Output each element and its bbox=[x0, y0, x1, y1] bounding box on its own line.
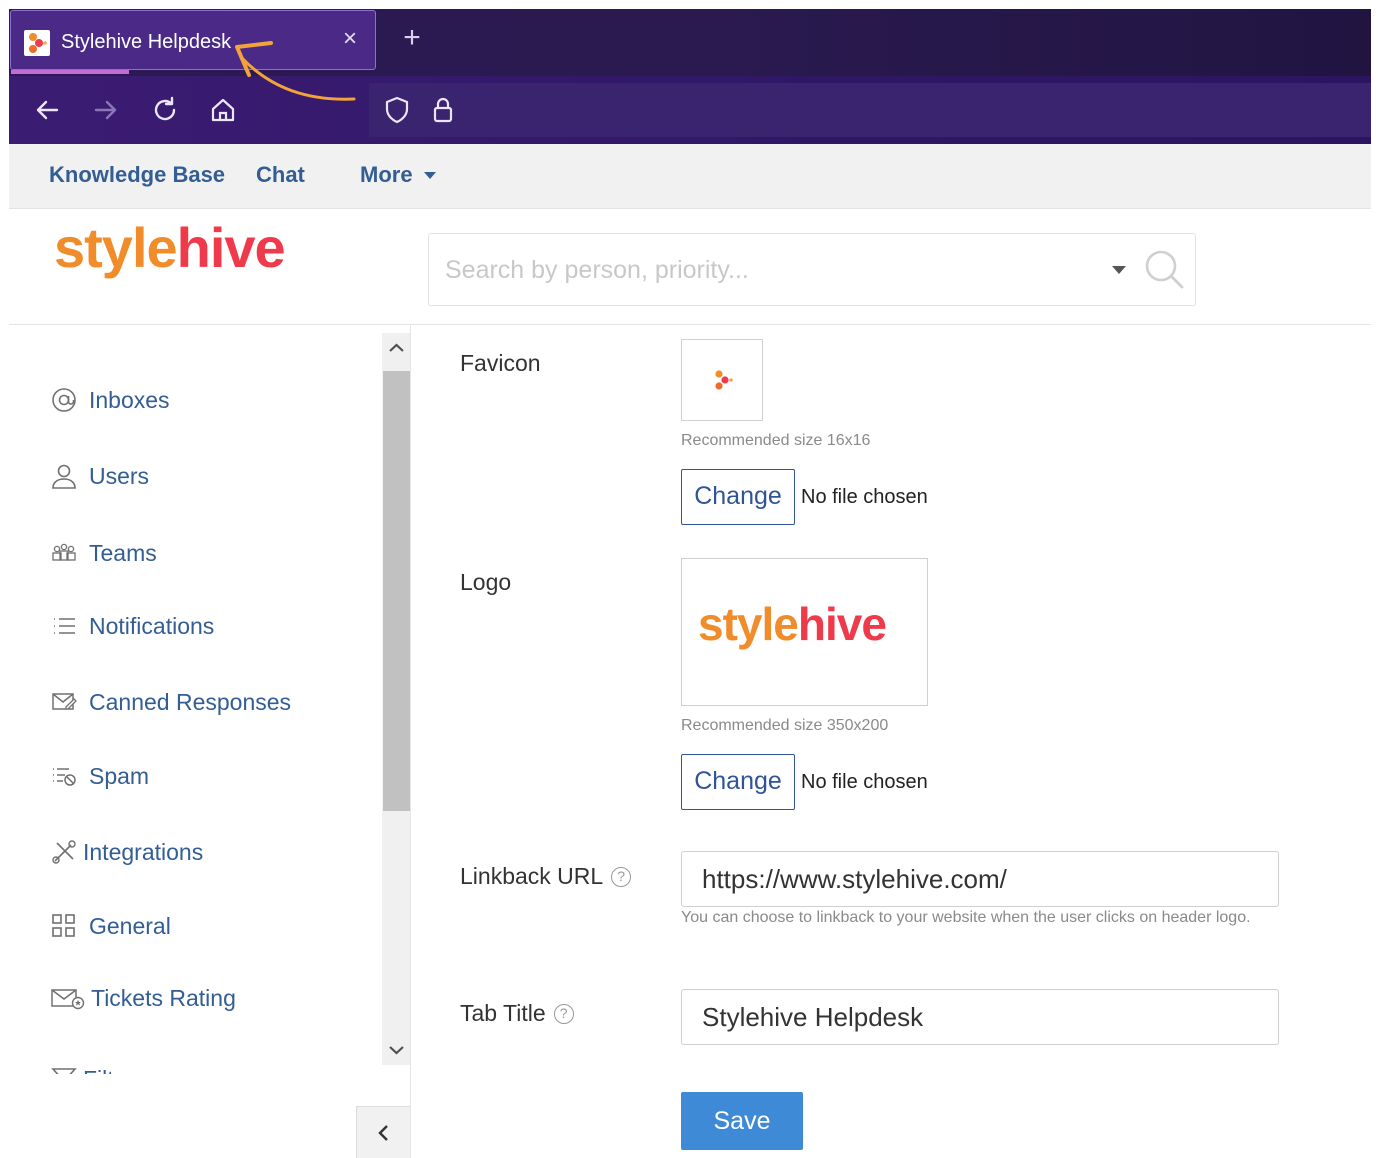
browser-tab-active[interactable]: Stylehive Helpdesk × bbox=[10, 10, 376, 74]
tab-loading-bar bbox=[11, 70, 129, 74]
envelope-icon bbox=[51, 689, 77, 715]
linkback-hint: You can choose to linkback to your websi… bbox=[681, 909, 1251, 926]
filter-icon bbox=[51, 1066, 77, 1074]
logo-change-button[interactable]: Change bbox=[681, 754, 795, 810]
grid-icon bbox=[51, 913, 77, 939]
logo-preview: stylehive bbox=[681, 558, 928, 706]
search-input[interactable] bbox=[445, 252, 1085, 288]
sidebar-item-label: Inboxes bbox=[89, 386, 170, 413]
app-header: stylehive bbox=[9, 209, 1371, 325]
sidebar-item-tickets-rating[interactable]: Tickets Rating bbox=[51, 978, 371, 1018]
logo-text-style: style bbox=[54, 216, 178, 279]
tab-title: Stylehive Helpdesk bbox=[61, 31, 232, 53]
sidebar-item-teams[interactable]: Teams bbox=[51, 533, 371, 573]
lock-icon[interactable] bbox=[425, 92, 461, 128]
nav-chat[interactable]: Chat bbox=[256, 162, 305, 188]
logo-label: Logo bbox=[460, 569, 511, 596]
help-icon[interactable]: ? bbox=[611, 866, 632, 887]
stylehive-logo[interactable]: stylehive bbox=[54, 215, 286, 280]
reload-icon[interactable] bbox=[147, 92, 183, 128]
browser-nav-bar bbox=[9, 76, 1371, 144]
sidebar-scrollbar[interactable] bbox=[382, 333, 411, 1065]
logo-file-status: No file chosen bbox=[801, 771, 928, 793]
sidebar-item-canned-responses[interactable]: Canned Responses bbox=[51, 682, 371, 722]
tab-title-input[interactable] bbox=[681, 989, 1279, 1045]
nav-knowledge-base[interactable]: Knowledge Base bbox=[49, 162, 225, 188]
back-icon[interactable] bbox=[29, 92, 65, 128]
sidebar-item-inboxes[interactable]: Inboxes bbox=[51, 380, 371, 420]
collapse-sidebar-button[interactable] bbox=[356, 1106, 411, 1158]
logo-size-hint: Recommended size 350x200 bbox=[681, 717, 889, 734]
linkback-url-input[interactable] bbox=[681, 851, 1279, 907]
teams-icon bbox=[51, 540, 77, 566]
sidebar-item-spam[interactable]: Spam bbox=[51, 756, 371, 796]
close-tab-icon[interactable]: × bbox=[338, 25, 362, 55]
linkback-label: Linkback URL ? bbox=[460, 863, 632, 890]
sidebar-item-integrations[interactable]: Integrations bbox=[51, 832, 371, 872]
sidebar-item-label: Tickets Rating bbox=[91, 984, 236, 1011]
home-icon[interactable] bbox=[205, 92, 241, 128]
shield-icon[interactable] bbox=[379, 92, 415, 128]
branding-settings: Favicon Recommended size 16x16 Change No… bbox=[411, 325, 1371, 1158]
chevron-left-icon bbox=[378, 1125, 388, 1141]
sidebar-item-notifications[interactable]: Notifications bbox=[51, 606, 371, 646]
sidebar-item-label: Canned Responses bbox=[89, 688, 292, 715]
sidebar-item-label: Spam bbox=[89, 762, 150, 789]
favicon-change-button[interactable]: Change bbox=[681, 469, 795, 525]
tab-title-label-text: Tab Title bbox=[460, 1000, 546, 1026]
help-icon[interactable]: ? bbox=[553, 1003, 574, 1024]
browser-tab-bar: Stylehive Helpdesk × + bbox=[9, 9, 1371, 76]
search-icon[interactable] bbox=[1142, 247, 1186, 291]
tab-title-label: Tab Title ? bbox=[460, 1000, 574, 1027]
favicon-size-hint: Recommended size 16x16 bbox=[681, 432, 871, 449]
chevron-up-icon[interactable] bbox=[382, 333, 411, 363]
url-bar[interactable] bbox=[369, 83, 1371, 137]
top-navigation: Knowledge Base Chat More bbox=[9, 144, 1371, 209]
sidebar-item-users[interactable]: Users bbox=[51, 456, 371, 496]
forward-icon[interactable] bbox=[88, 92, 124, 128]
save-button[interactable]: Save bbox=[681, 1092, 803, 1150]
favicon-label-text: Favicon bbox=[460, 350, 541, 376]
logo-text-hive: hive bbox=[176, 216, 286, 279]
logo-label-text: Logo bbox=[460, 569, 512, 595]
sidebar-item-label: Notifications bbox=[89, 612, 215, 639]
list-icon bbox=[51, 613, 77, 639]
favicon-file-status: No file chosen bbox=[801, 486, 928, 508]
sidebar-clip: Filters bbox=[51, 1059, 371, 1074]
scrollbar-thumb[interactable] bbox=[383, 371, 410, 811]
favicon-preview bbox=[681, 339, 763, 421]
logo-preview-hive: hive bbox=[797, 598, 887, 650]
sidebar-item-label: Teams bbox=[89, 539, 157, 566]
search-box bbox=[428, 233, 1196, 306]
tools-icon bbox=[51, 839, 77, 865]
chevron-down-icon[interactable] bbox=[382, 1035, 411, 1065]
sidebar-item-label: Filters bbox=[83, 1066, 146, 1075]
favicon-label: Favicon bbox=[460, 350, 541, 377]
nav-more[interactable]: More bbox=[360, 162, 413, 188]
linkback-label-text: Linkback URL bbox=[460, 863, 604, 889]
new-tab-button[interactable]: + bbox=[399, 23, 425, 57]
envelope-rating-icon bbox=[51, 985, 85, 1011]
spam-icon bbox=[51, 763, 77, 789]
sidebar-item-label: General bbox=[89, 912, 171, 939]
search-dropdown-icon[interactable] bbox=[1112, 266, 1126, 274]
favicon-preview-icon bbox=[715, 370, 733, 390]
sidebar-item-general[interactable]: General bbox=[51, 906, 371, 946]
user-icon bbox=[51, 463, 77, 489]
sidebar-item-label: Users bbox=[89, 462, 150, 489]
chevron-down-icon[interactable] bbox=[424, 172, 436, 179]
logo-preview-style: style bbox=[698, 598, 799, 650]
at-icon bbox=[51, 387, 77, 413]
logo-preview-image: stylehive bbox=[698, 597, 887, 651]
settings-sidebar: Inboxes Users Teams Notifications Canned bbox=[9, 325, 411, 1158]
app-window: Stylehive Helpdesk × + Knowledge Base Ch… bbox=[9, 9, 1371, 1158]
sidebar-item-label: Integrations bbox=[83, 838, 204, 865]
sidebar-item-filters[interactable]: Filters bbox=[51, 1059, 371, 1074]
favicon-icon bbox=[24, 30, 50, 56]
